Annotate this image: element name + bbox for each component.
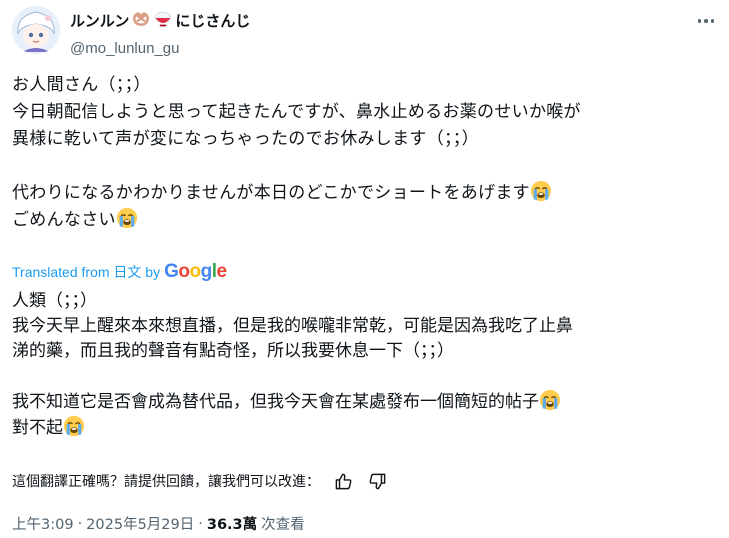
meta-separator: · xyxy=(77,515,83,532)
thumbs-up-button[interactable] xyxy=(332,470,354,492)
meta-separator: · xyxy=(198,515,203,532)
crying-face-emoji xyxy=(116,207,138,229)
crying-face-emoji xyxy=(539,389,561,411)
tweet-meta: 上午3:09 · 2025年5月29日 · 36.3萬 次查看 xyxy=(12,513,305,534)
pretzel-emoji xyxy=(131,8,151,33)
more-options-button[interactable] xyxy=(692,10,720,32)
display-name[interactable]: ルンルン にじさんじ xyxy=(70,8,250,33)
translation-line-2: 我今天早上醒來本來想直播，但是我的喉嚨非常乾，可能是因為我吃了止鼻 xyxy=(12,316,573,336)
original-line-6: ごめんなさい xyxy=(12,210,116,230)
more-options-icon xyxy=(697,19,702,23)
user-handle[interactable]: @mo_lunlun_gu xyxy=(70,39,250,59)
thumbs-down-button[interactable] xyxy=(366,470,388,492)
translation-line-5: 我不知道它是否會成為替代品，但我今天會在某處發布一個簡短的帖子 xyxy=(12,392,539,412)
display-name-text: ルンルン xyxy=(70,11,130,30)
tweet-original-text: お人間さん（；；） 今日朝配信しようと思って起きたんですが、鼻水止めるお薬のせい… xyxy=(12,72,718,234)
tweet-translation-text: 人類（；；） 我今天早上醒來本來想直播，但是我的喉嚨非常乾，可能是因為我吃了止鼻… xyxy=(12,289,718,441)
original-line-2: 今日朝配信しようと思って起きたんですが、鼻水止めるお薬のせいか喉が xyxy=(12,102,581,122)
thumbs-up-icon xyxy=(335,473,351,489)
crying-face-emoji xyxy=(530,180,552,202)
original-line-1: お人間さん（；；） xyxy=(12,75,151,95)
translation-line-1: 人類（；；） xyxy=(12,291,97,311)
tweet-date[interactable]: 2025年5月29日 xyxy=(86,513,194,534)
author-names[interactable]: ルンルン にじさんじ @mo_lunlun_gu xyxy=(70,8,250,59)
original-line-5: 代わりになるかわかりませんが本日のどこかでショートをあげます xyxy=(12,183,530,203)
feedback-question: 這個翻譯正確嗎？請提供回饋，讓我們可以改進： xyxy=(12,474,320,490)
crying-face-emoji xyxy=(63,415,85,437)
translated-from-label: Translated from 日文 by xyxy=(12,264,161,280)
tweet-header: ルンルン にじさんじ @mo_lunlun_gu xyxy=(12,4,722,60)
google-logo: Google xyxy=(164,261,227,282)
avatar[interactable] xyxy=(12,6,60,54)
translation-feedback: 這個翻譯正確嗎？請提供回饋，讓我們可以改進： xyxy=(12,470,388,492)
translation-credit[interactable]: Translated from 日文 by Google xyxy=(12,261,227,283)
original-line-3: 異様に乾いて声が変になっちゃったのでお休みします（；；） xyxy=(12,129,479,149)
views-label: 次查看 xyxy=(261,517,305,533)
translation-line-3: 涕的藥，而且我的聲音有點奇怪，所以我要休息一下（；；） xyxy=(12,341,454,361)
tweet-time[interactable]: 上午3:09 xyxy=(12,513,74,534)
translation-line-6: 對不起 xyxy=(12,418,63,438)
rice-bowl-emoji xyxy=(153,8,173,33)
thumbs-down-icon xyxy=(369,473,385,489)
views-count: 36.3萬 xyxy=(206,517,258,533)
display-name-suffix: にじさんじ xyxy=(175,11,251,30)
